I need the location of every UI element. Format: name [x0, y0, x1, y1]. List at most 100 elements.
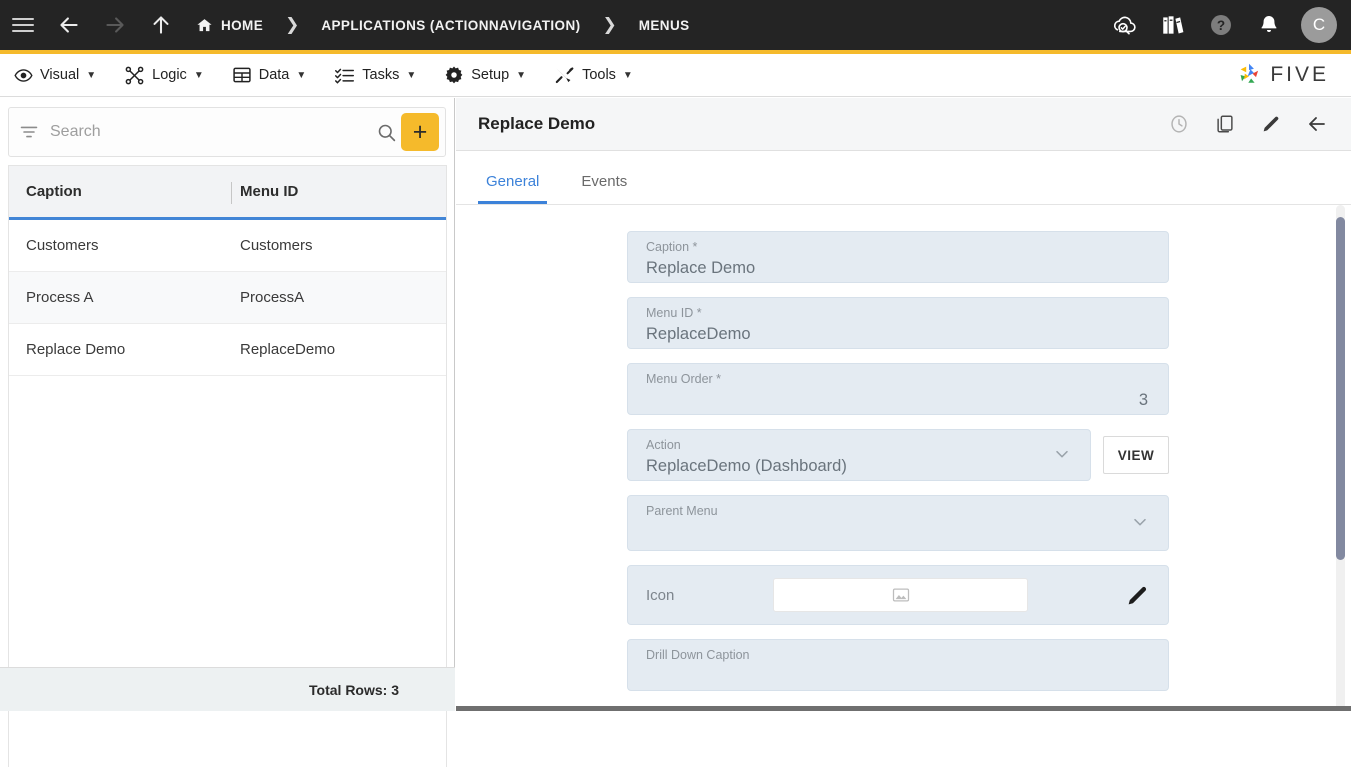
- icon-preview-box[interactable]: [773, 578, 1028, 612]
- table-grid-icon: [232, 65, 252, 85]
- back-arrow-icon: [1305, 112, 1329, 136]
- cloud-check-button[interactable]: [1103, 0, 1147, 50]
- breadcrumb-item-applications[interactable]: APPLICATIONS (ACTIONNAVIGATION): [321, 18, 580, 33]
- search-icon[interactable]: [371, 122, 401, 143]
- cell-menu-id: Customers: [224, 237, 313, 254]
- caption-field-label: Caption *: [646, 240, 1150, 255]
- duplicate-button[interactable]: [1203, 102, 1247, 146]
- action-field-value: ReplaceDemo (Dashboard): [646, 454, 1072, 478]
- form-scrollbar-track[interactable]: [1336, 205, 1345, 710]
- form-scrollbar-thumb[interactable]: [1336, 217, 1345, 560]
- chevron-down-icon: ▼: [194, 70, 204, 81]
- grid-footer: Total Rows: 3: [0, 667, 455, 711]
- chevron-down-icon[interactable]: [1052, 444, 1072, 469]
- action-field-label: Action: [646, 438, 1072, 453]
- history-clock-icon: [1168, 113, 1190, 135]
- search-bar: +: [8, 107, 446, 157]
- application-menu-bar: Visual ▼ Logic ▼ Data ▼: [0, 54, 1351, 97]
- cloud-check-icon: [1111, 11, 1139, 39]
- gear-icon: [444, 65, 464, 85]
- menu-label-tools: Tools: [582, 67, 616, 83]
- menu-item-data[interactable]: Data ▼: [218, 54, 321, 97]
- breadcrumb-item-home[interactable]: HOME: [196, 17, 263, 34]
- drill-down-caption-field[interactable]: Drill Down Caption: [627, 639, 1169, 691]
- action-row: Action ReplaceDemo (Dashboard) VIEW: [627, 429, 1169, 495]
- grid-header-row: Caption Menu ID: [9, 166, 446, 220]
- chevron-down-icon[interactable]: [1130, 512, 1150, 537]
- bottom-scrollbar[interactable]: [456, 706, 1351, 711]
- books-icon: [1160, 12, 1186, 38]
- records-list-panel: + Caption Menu ID Customers Customers Pr…: [0, 98, 455, 711]
- checklist-icon: [334, 65, 355, 86]
- history-button[interactable]: [1157, 102, 1201, 146]
- up-arrow-icon: [148, 12, 174, 38]
- tab-events[interactable]: Events: [573, 173, 635, 204]
- breadcrumb-separator-2: ❯: [603, 15, 617, 35]
- brand-name: FIVE: [1270, 63, 1329, 87]
- menu-order-field[interactable]: Menu Order * 3: [627, 363, 1169, 415]
- menu-label-tasks: Tasks: [362, 67, 399, 83]
- edit-button[interactable]: [1249, 102, 1293, 146]
- icon-field-label: Icon: [646, 587, 773, 604]
- tab-general[interactable]: General: [478, 173, 547, 204]
- menu-label-visual: Visual: [40, 67, 79, 83]
- record-detail-panel: Replace Demo: [456, 98, 1351, 711]
- bell-icon: [1257, 13, 1281, 37]
- help-button[interactable]: ?: [1199, 0, 1243, 50]
- table-row[interactable]: Customers Customers: [9, 220, 446, 272]
- filter-icon[interactable]: [19, 122, 41, 142]
- chevron-down-icon: ▼: [406, 70, 416, 81]
- chevron-down-icon: ▼: [516, 70, 526, 81]
- search-input[interactable]: [50, 123, 371, 141]
- detail-form: Caption * Replace Demo Menu ID * Replace…: [456, 205, 1351, 710]
- parent-menu-field-label: Parent Menu: [646, 504, 1150, 519]
- tools-icon: [554, 65, 575, 86]
- eye-icon: [14, 66, 33, 85]
- menu-item-visual[interactable]: Visual ▼: [0, 54, 110, 97]
- table-row[interactable]: Replace Demo ReplaceDemo: [9, 324, 446, 376]
- column-header-caption[interactable]: Caption: [9, 183, 224, 200]
- detail-tabs: General Events: [456, 151, 1351, 205]
- menu-label-data: Data: [259, 67, 290, 83]
- add-record-button[interactable]: +: [401, 113, 439, 151]
- image-placeholder-icon: [891, 585, 911, 605]
- detail-header: Replace Demo: [456, 98, 1351, 151]
- back-arrow-icon: [56, 12, 82, 38]
- copy-icon: [1214, 113, 1236, 135]
- chevron-down-icon: ▼: [296, 70, 306, 81]
- menu-item-logic[interactable]: Logic ▼: [110, 54, 218, 97]
- edit-pencil-icon: [1125, 583, 1150, 608]
- svg-text:?: ?: [1217, 18, 1225, 33]
- parent-menu-field[interactable]: Parent Menu: [627, 495, 1169, 551]
- hamburger-icon: [12, 14, 34, 36]
- breadcrumb-item-menus[interactable]: MENUS: [639, 18, 690, 33]
- top-navigation-bar: HOME ❯ APPLICATIONS (ACTIONNAVIGATION) ❯…: [0, 0, 1351, 50]
- user-avatar[interactable]: C: [1301, 7, 1337, 43]
- hamburger-menu-button[interactable]: [0, 0, 46, 50]
- notifications-button[interactable]: [1247, 0, 1291, 50]
- view-action-button[interactable]: VIEW: [1103, 436, 1169, 474]
- menu-item-setup[interactable]: Setup ▼: [430, 54, 540, 97]
- menu-item-tasks[interactable]: Tasks ▼: [320, 54, 430, 97]
- column-divider[interactable]: [231, 182, 232, 204]
- nav-forward-button[interactable]: [92, 0, 138, 50]
- icon-field: Icon: [627, 565, 1169, 625]
- menu-id-field[interactable]: Menu ID * ReplaceDemo: [627, 297, 1169, 349]
- topbar-actions: ? C: [1103, 0, 1351, 50]
- cell-caption: Process A: [9, 289, 224, 306]
- five-pinwheel-icon: [1235, 61, 1263, 89]
- action-field[interactable]: Action ReplaceDemo (Dashboard): [627, 429, 1091, 481]
- table-row[interactable]: Process A ProcessA: [9, 272, 446, 324]
- menu-item-tools[interactable]: Tools ▼: [540, 54, 647, 97]
- icon-edit-button[interactable]: [1125, 583, 1150, 608]
- close-detail-button[interactable]: [1295, 102, 1339, 146]
- nav-back-button[interactable]: [46, 0, 92, 50]
- nav-up-button[interactable]: [138, 0, 184, 50]
- forward-arrow-icon: [102, 12, 128, 38]
- caption-field[interactable]: Caption * Replace Demo: [627, 231, 1169, 283]
- menu-order-field-value: 3: [646, 388, 1150, 412]
- column-header-menu-id[interactable]: Menu ID: [224, 183, 298, 200]
- edit-pencil-icon: [1260, 113, 1282, 135]
- documentation-button[interactable]: [1151, 0, 1195, 50]
- cell-caption: Replace Demo: [9, 341, 224, 358]
